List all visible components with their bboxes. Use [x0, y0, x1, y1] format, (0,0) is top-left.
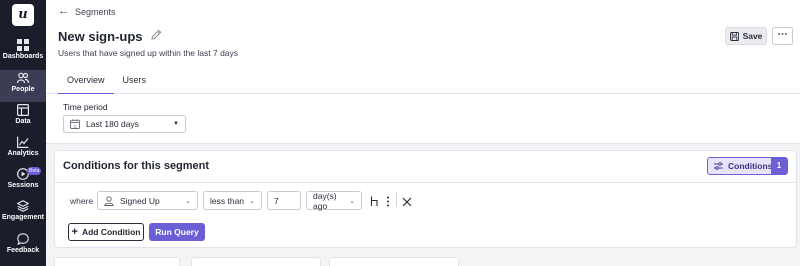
chevron-down-icon: ⌄	[349, 197, 355, 205]
sidebar-item-label: Analytics	[7, 150, 39, 157]
time-period-section: Time period 11 Last 180 days ▼	[46, 94, 800, 144]
condition-operator-value: less than	[210, 195, 245, 206]
sidebar-item-sessions[interactable]: Beta Sessions	[0, 167, 46, 200]
condition-operator-select[interactable]: less than ⌄	[203, 191, 262, 210]
plus-icon: +	[71, 225, 78, 238]
sidebar-item-analytics[interactable]: Analytics	[0, 136, 46, 168]
run-query-button[interactable]: Run Query	[149, 223, 205, 241]
condition-unit-value: day(s) ago	[313, 190, 337, 211]
page-header: ← Segments New sign-ups Users that have …	[46, 0, 800, 95]
chevron-down-icon: ⌄	[249, 197, 255, 205]
arrow-left-icon: ←	[58, 5, 69, 17]
sidebar-item-label: Data	[15, 118, 31, 125]
data-icon	[17, 104, 29, 116]
chat-icon	[17, 233, 29, 245]
stat-card	[191, 257, 321, 266]
breadcrumb: Segments	[75, 6, 116, 17]
more-options-button[interactable]: ⋯	[772, 27, 793, 45]
save-button[interactable]: Save	[725, 27, 767, 45]
user-icon	[104, 195, 114, 206]
conditions-count-badge: 1	[771, 158, 787, 174]
app-logo[interactable]: u	[12, 4, 34, 26]
save-button-label: Save	[742, 31, 763, 41]
sidebar-item-engagement[interactable]: Engagement	[0, 200, 46, 232]
tab-bar: Overview Users	[58, 69, 155, 95]
conditions-card: Conditions for this segment Conditions 1…	[54, 150, 797, 248]
time-period-select[interactable]: 11 Last 180 days ▼	[63, 115, 186, 133]
caret-down-icon: ▼	[173, 121, 179, 127]
page-subtitle: Users that have signed up within the las…	[58, 48, 239, 58]
sidebar-item-data[interactable]: Data	[0, 104, 46, 136]
stat-card	[54, 257, 180, 266]
beta-badge: Beta	[27, 167, 42, 175]
chevron-down-icon: ⌄	[185, 197, 191, 205]
time-period-label: Time period	[63, 102, 108, 112]
svg-text:11: 11	[73, 124, 77, 128]
layers-icon	[17, 200, 29, 212]
grid-icon	[17, 39, 29, 51]
sidebar-item-dashboards[interactable]: Dashboards	[0, 39, 46, 71]
sidebar: u Dashboards People Data Analytics Beta …	[0, 0, 46, 266]
vertical-dots-icon[interactable]	[386, 194, 390, 212]
app: u Dashboards People Data Analytics Beta …	[0, 0, 800, 266]
divider	[396, 192, 397, 207]
save-icon	[729, 31, 739, 41]
pencil-icon[interactable]	[150, 27, 162, 45]
where-label: where	[70, 196, 94, 206]
condition-field-select[interactable]: Signed Up ⌄	[97, 191, 198, 210]
sidebar-item-label: Dashboards	[2, 53, 44, 60]
add-condition-label: Add Condition	[81, 227, 141, 237]
card-divider	[55, 182, 796, 183]
tab-overview[interactable]: Overview	[58, 69, 114, 95]
conditions-title: Conditions for this segment	[63, 160, 210, 172]
sidebar-item-people[interactable]: People	[0, 70, 46, 102]
conditions-button-label: Conditions	[728, 161, 773, 171]
back-link[interactable]: ← Segments	[58, 6, 116, 17]
time-period-value: Last 180 days	[86, 119, 139, 129]
condition-value-input[interactable]: 7	[267, 191, 301, 210]
sidebar-item-label: Engagement	[1, 214, 44, 221]
add-condition-button[interactable]: + Add Condition	[68, 223, 144, 241]
branch-icon[interactable]	[370, 194, 379, 212]
sidebar-item-label: People	[11, 86, 35, 93]
sliders-icon	[714, 162, 723, 170]
conditions-toggle-button[interactable]: Conditions 1	[707, 157, 788, 175]
sidebar-item-label: Feedback	[6, 247, 40, 254]
condition-unit-select[interactable]: day(s) ago ⌄	[306, 190, 362, 211]
tab-users[interactable]: Users	[114, 69, 156, 95]
condition-value: 7	[274, 195, 279, 206]
condition-field-value: Signed Up	[120, 195, 160, 206]
stat-card	[329, 257, 459, 266]
sidebar-item-feedback[interactable]: Feedback	[0, 233, 46, 265]
calendar-icon: 11	[70, 119, 80, 129]
sidebar-item-label: Sessions	[7, 182, 39, 189]
line-chart-icon	[17, 136, 29, 148]
people-icon	[17, 72, 29, 84]
page-title: New sign-ups	[58, 28, 143, 44]
close-icon[interactable]	[402, 194, 412, 212]
title-row: New sign-ups	[58, 27, 162, 45]
